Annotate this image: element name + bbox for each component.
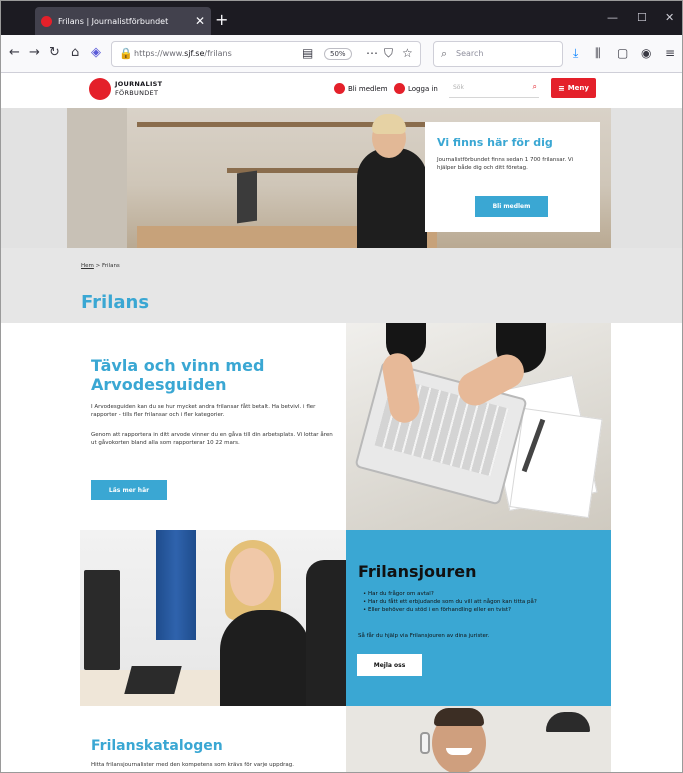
pocket-icon[interactable]: ⛉ [384,46,393,61]
breadcrumb-home-link[interactable]: Hem [81,263,94,269]
new-tab-button[interactable]: + [215,10,228,29]
url-bar[interactable]: 🔒 https://www.sjf.se/frilans ▤ 50% ⋯ ⛉ ☆ [111,41,421,67]
chair [306,560,346,706]
sidebar-icon[interactable]: ▢ [617,46,628,60]
become-member-button[interactable]: Bli medlem [475,196,548,217]
zoom-level[interactable]: 50% [324,48,352,60]
lock-icon [394,83,405,94]
agent-head [230,548,274,606]
man-hair [434,708,484,726]
search-icon[interactable]: ⌕ [533,82,537,92]
reload-icon[interactable]: ↻ [49,45,60,61]
tab-title: Frilans | Journalistförbundet [58,16,169,26]
site-header: JOURNALIST FÖRBUNDET Bli medlem Logga in… [1,73,682,108]
forward-icon[interactable]: → [29,45,40,61]
frilansjouren-panel [346,530,611,706]
list-item: Har du frågor om avtal? [363,590,603,598]
lock-icon: 🔒 [119,47,133,60]
title-bar: Frilans | Journalistförbundet ✕ + — ☐ ✕ [1,1,682,35]
account-icon[interactable]: ◉ [641,46,651,60]
search-bar[interactable]: ⌕ Search [433,41,563,67]
hamburger-icon: ≡ [558,83,565,93]
arvode-paragraph-1: I Arvodesguiden kan du se hur mycket and… [91,404,316,418]
breadcrumb: Hem > Frilans [81,263,120,269]
curtain [156,530,196,640]
minimize-icon[interactable]: — [607,11,618,24]
hero-side-left [1,108,67,248]
headphones [420,732,430,754]
hero-person-hair [372,114,406,134]
site-search-placeholder: Sök [453,84,464,91]
maximize-icon[interactable]: ☐ [637,11,647,24]
search-placeholder: Search [456,49,484,58]
download-icon[interactable]: ⤓ [573,46,578,61]
frilansjouren-list: Har du frågor om avtal? Har du fått ett … [363,590,603,614]
frilanskatalogen-title: Frilanskatalogen [91,738,223,754]
library-icon[interactable]: ⫼ [595,46,601,61]
breadcrumb-separator: > [95,263,101,269]
shield-icon[interactable]: ◈ [91,45,101,61]
page-title: Frilans [81,292,150,313]
logo-icon[interactable] [89,78,111,100]
breadcrumb-current: Frilans [102,263,120,269]
site-search-input[interactable]: Sök ⌕ [449,80,539,98]
close-window-icon[interactable]: ✕ [665,11,674,24]
join-label: Bli medlem [348,84,388,93]
url-text[interactable]: https://www.sjf.se/frilans [134,49,232,58]
list-item: Har du fått ett erbjudande som du vill a… [363,598,603,606]
headphones-man-image [346,706,611,772]
lamp [546,712,590,732]
list-item: Eller behöver du stöd i en förhandling e… [363,606,603,614]
browser-tab[interactable]: Frilans | Journalistförbundet ✕ [35,7,211,35]
menu-label: Meny [567,84,589,92]
browser-window: Frilans | Journalistförbundet ✕ + — ☐ ✕ … [0,0,683,773]
hero-side-right [611,108,682,248]
email-us-button[interactable]: Mejla oss [357,654,422,676]
frilanskatalogen-text: Hitta frilansjournalister med den kompet… [91,762,294,768]
hero-laptop [237,170,257,224]
person-icon [334,83,345,94]
site-favicon-icon [41,15,52,27]
join-link[interactable]: Bli medlem [334,83,388,94]
monitor [84,570,120,670]
hamburger-menu-icon[interactable]: ≡ [665,46,675,60]
hero-card-title: Vi finns här för dig [437,136,553,149]
bookmark-star-icon[interactable]: ☆ [402,46,413,60]
search-icon: ⌕ [441,47,448,60]
hero-window [67,108,127,248]
hero-card-text: Journalistförbundet finns sedan 1 700 fr… [437,157,574,171]
page-actions-icon[interactable]: ⋯ [366,46,378,60]
home-icon[interactable]: ⌂ [71,45,79,61]
logo-text-line1[interactable]: JOURNALIST [115,80,162,88]
read-more-button[interactable]: Läs mer här [91,480,167,500]
agent-body [220,610,310,706]
reader-view-icon[interactable]: ▤ [302,46,313,60]
frilansjouren-text: Så får du hjälp via Frilansjouren av din… [358,633,490,639]
back-icon[interactable]: ← [9,45,20,61]
login-label: Logga in [408,84,438,93]
close-tab-icon[interactable]: ✕ [195,14,205,28]
headset-agent-image [80,530,346,706]
navigation-toolbar: ← → ↻ ⌂ ◈ 🔒 https://www.sjf.se/frilans ▤… [1,35,682,73]
arvode-paragraph-2: Genom att rapportera in ditt arvode vinn… [91,432,333,446]
hero-card: Vi finns här för dig Journalistförbundet… [425,122,600,232]
keyboard [124,666,182,694]
hero-person [357,148,427,248]
smile [446,748,472,755]
arvode-title: Tävla och vinn med Arvodesguiden [91,356,265,394]
login-link[interactable]: Logga in [394,83,438,94]
logo-text-line2[interactable]: FÖRBUNDET [115,89,158,97]
laptop-typing-image [346,323,611,530]
frilansjouren-title: Frilansjouren [358,562,477,581]
menu-button[interactable]: ≡ Meny [551,78,596,98]
